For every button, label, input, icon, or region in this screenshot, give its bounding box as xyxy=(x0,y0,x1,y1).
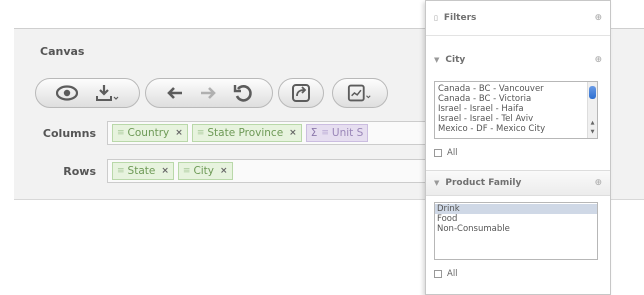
filters-header: ▯ Filters ⊕ xyxy=(426,5,610,31)
remove-icon[interactable]: × xyxy=(289,128,297,138)
scroll-down-arrow-icon[interactable]: ▼ xyxy=(588,127,597,137)
toolbar-group-chart xyxy=(332,78,388,108)
scrollbar[interactable]: ▲ ▼ xyxy=(587,82,597,138)
sum-icon: Σ xyxy=(310,127,318,139)
list-item[interactable]: Food xyxy=(435,214,597,224)
list-item[interactable]: Israel - Israel - Tel Aviv xyxy=(436,114,587,124)
toolbar-group-view xyxy=(35,78,140,108)
remove-icon[interactable]: × xyxy=(161,166,169,176)
swap-axes-icon[interactable] xyxy=(289,82,313,104)
download-icon[interactable] xyxy=(95,82,121,104)
pill-label: State Province xyxy=(207,127,284,139)
pill-label: Country xyxy=(127,127,170,139)
list-item[interactable]: Mexico - DF - Mexico City xyxy=(436,124,587,134)
redo-icon[interactable] xyxy=(196,82,222,104)
drag-grip-icon[interactable]: ≡ xyxy=(117,166,125,176)
list-item-selected[interactable]: Drink xyxy=(435,204,597,214)
drag-grip-icon[interactable]: ≡ xyxy=(321,128,329,138)
list-item[interactable]: Israel - Israel - Haifa xyxy=(436,104,587,114)
refresh-icon[interactable] xyxy=(231,82,257,104)
expand-caret-icon[interactable]: ▼ xyxy=(434,56,439,64)
filters-title: Filters xyxy=(443,13,477,23)
row-pill-city[interactable]: ≡ City × xyxy=(177,162,233,180)
product-family-filter-header[interactable]: ▼ Product Family ⊕ xyxy=(426,170,610,196)
drag-grip-icon[interactable]: ≡ xyxy=(183,166,191,176)
city-filter-header[interactable]: ▼ City ⊕ xyxy=(426,47,610,73)
remove-icon[interactable]: × xyxy=(175,128,183,138)
list-item[interactable]: Non-Consumable xyxy=(435,224,597,234)
city-filter-title: City xyxy=(445,55,466,65)
filter-icon: ▯ xyxy=(434,14,438,22)
drag-handle-icon[interactable]: ⊕ xyxy=(594,55,602,65)
undo-icon[interactable] xyxy=(161,82,187,104)
rows-drop-zone[interactable]: ≡ State × ≡ City × xyxy=(107,159,432,183)
drag-handle-icon[interactable]: ⊕ xyxy=(594,178,602,188)
chart-options-icon[interactable] xyxy=(347,82,373,104)
columns-drop-zone[interactable]: ≡ Country × ≡ State Province × Σ ≡ Unit … xyxy=(107,121,432,145)
all-checkbox[interactable] xyxy=(434,270,442,278)
product-family-filter-title: Product Family xyxy=(445,178,522,188)
rows-label: Rows xyxy=(63,165,96,178)
expand-caret-icon[interactable]: ▼ xyxy=(434,179,439,187)
pill-label: City xyxy=(193,165,215,177)
column-pill-unit-sales[interactable]: Σ ≡ Unit S xyxy=(305,124,369,142)
drag-grip-icon[interactable]: ≡ xyxy=(117,128,125,138)
toolbar-group-history xyxy=(145,78,273,108)
remove-icon[interactable]: × xyxy=(220,166,228,176)
column-pill-country[interactable]: ≡ Country × xyxy=(112,124,188,142)
drag-handle-icon[interactable]: ⊕ xyxy=(594,13,602,23)
all-checkbox[interactable] xyxy=(434,149,442,157)
column-pill-state-province[interactable]: ≡ State Province × xyxy=(191,124,302,142)
city-listbox[interactable]: Canada - BC - Vancouver Canada - BC - Vi… xyxy=(434,81,598,139)
filters-panel: ▯ Filters ⊕ ▼ City ⊕ Canada - BC - Vanco… xyxy=(425,0,611,295)
row-pill-state[interactable]: ≡ State × xyxy=(112,162,174,180)
divider xyxy=(426,35,610,36)
canvas-title: Canvas xyxy=(40,45,85,58)
product-family-all-option[interactable]: All xyxy=(434,269,458,279)
list-item[interactable]: Canada - BC - Victoria xyxy=(436,94,587,104)
product-family-listbox[interactable]: Drink Food Non-Consumable xyxy=(434,202,598,260)
pill-label: State xyxy=(127,165,156,177)
pill-label: Unit S xyxy=(331,127,364,139)
scrollbar-thumb[interactable] xyxy=(589,86,596,99)
drag-grip-icon[interactable]: ≡ xyxy=(197,128,205,138)
list-item[interactable]: Canada - BC - Vancouver xyxy=(436,84,587,94)
all-label: All xyxy=(447,269,458,279)
toolbar-group-swap xyxy=(278,78,324,108)
all-label: All xyxy=(447,148,458,158)
city-all-option[interactable]: All xyxy=(434,148,458,158)
eye-icon[interactable] xyxy=(54,82,80,104)
columns-label: Columns xyxy=(42,127,96,140)
